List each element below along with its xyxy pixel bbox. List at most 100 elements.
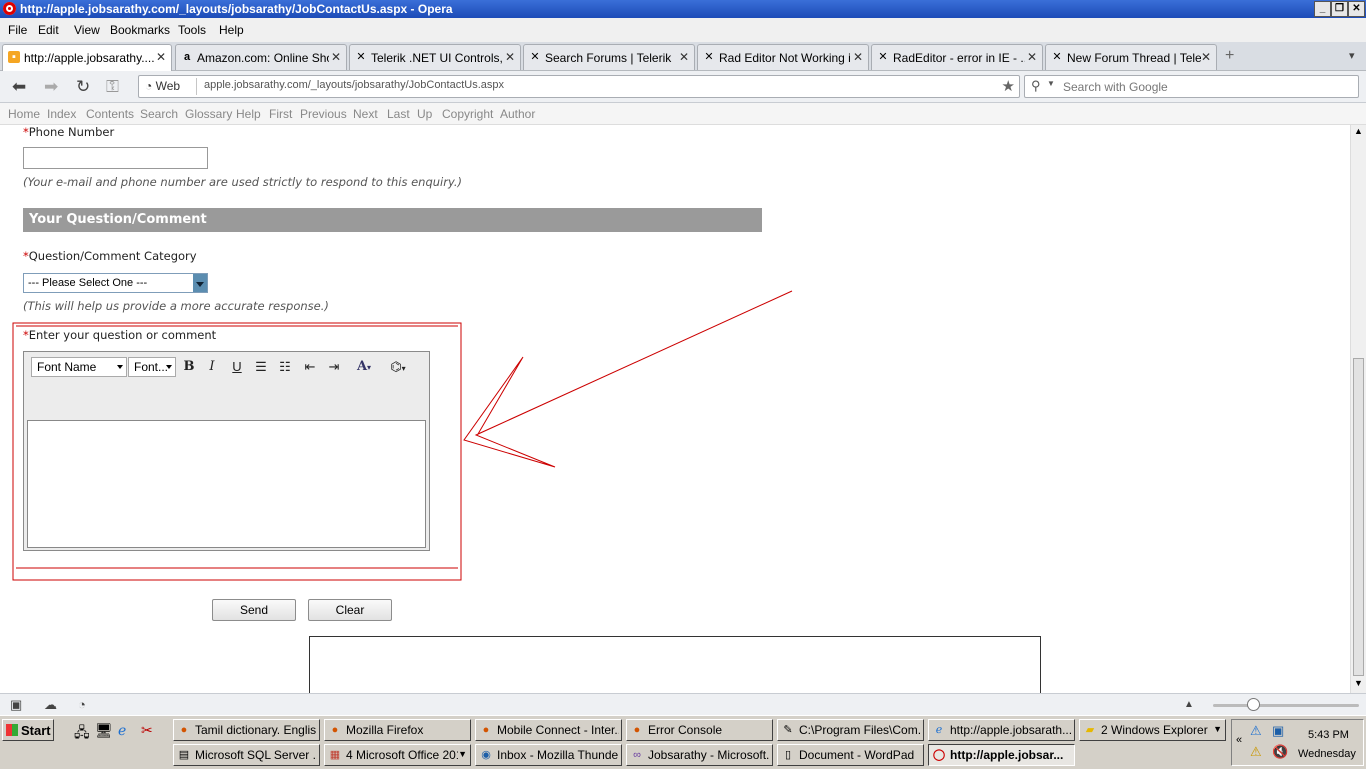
search-engine-dropdown-icon[interactable]: ▼: [1047, 79, 1055, 88]
taskbar-item-error-console[interactable]: ● Error Console: [626, 719, 773, 741]
tab-jobsarathy[interactable]: ▪ http://apple.jobsarathy.... ✕: [2, 44, 172, 71]
taskbar-item-mozilla-firefox[interactable]: ● Mozilla Firefox: [324, 719, 471, 741]
new-tab-icon[interactable]: +: [1225, 47, 1234, 65]
warning-icon[interactable]: ⚠: [1250, 744, 1262, 760]
unite-icon[interactable]: ☁: [44, 697, 57, 713]
thunderbird-icon: ◉: [481, 749, 491, 761]
menu-bookmarks[interactable]: Bookmarks: [110, 23, 170, 37]
menu-bar: File Edit View Bookmarks Tools Help: [0, 18, 1366, 43]
tab-close-icon[interactable]: ✕: [505, 50, 515, 64]
telerik-icon: ✕: [704, 51, 714, 63]
tab-close-icon[interactable]: ✕: [331, 50, 341, 64]
back-arrow-icon[interactable]: ⬅: [12, 77, 26, 97]
monitor-icon[interactable]: 🖥: [95, 722, 113, 739]
tab-rad-editor[interactable]: ✕ Rad Editor Not Working i... ✕: [697, 44, 869, 70]
clock-time[interactable]: 5:43 PM: [1308, 729, 1349, 741]
search-field[interactable]: ⚲ ▼ Search with Google: [1024, 75, 1359, 98]
taskbar-item-mobile-connect[interactable]: ● Mobile Connect - Inter...: [475, 719, 622, 741]
close-button[interactable]: ✕: [1348, 1, 1365, 17]
tab-telerik-controls[interactable]: ✕ Telerik .NET UI Controls,... ✕: [349, 44, 521, 70]
panel-toggle-icon[interactable]: ▣: [10, 697, 22, 713]
show-desktop-icon[interactable]: 🖧: [74, 722, 90, 746]
tab-radeditor-error[interactable]: ✕ RadEditor - error in IE - ... ✕: [871, 44, 1043, 70]
turbo-icon[interactable]: ◔: [78, 697, 86, 712]
tray-expand-icon[interactable]: «: [1236, 734, 1242, 746]
menu-edit[interactable]: Edit: [38, 23, 59, 37]
nav-glossary[interactable]: Glossary: [185, 107, 232, 121]
taskbar-item-sql-server[interactable]: ▤ Microsoft SQL Server ...: [173, 744, 320, 766]
sql-icon: ▤: [178, 749, 190, 761]
start-button[interactable]: Start: [2, 719, 54, 741]
nav-copyright[interactable]: Copyright: [442, 107, 493, 121]
address-url[interactable]: apple.jobsarathy.com/_layouts/jobsarathy…: [204, 79, 504, 91]
menu-view[interactable]: View: [74, 23, 100, 37]
title-bar: http://apple.jobsarathy.com/_layouts/job…: [0, 0, 1366, 18]
scroll-up-icon[interactable]: ▲: [1354, 126, 1363, 136]
scroll-down-icon[interactable]: ▼: [1354, 678, 1363, 688]
nav-author[interactable]: Author: [500, 107, 535, 121]
zoom-slider-thumb[interactable]: [1247, 698, 1260, 711]
tab-close-icon[interactable]: ✕: [1027, 50, 1037, 64]
taskbar-item-opera[interactable]: ◯ http://apple.jobsar...: [928, 744, 1075, 766]
system-tray: « ⚠ ▣ ⚠ 🔇 5:43 PM Wednesday: [1231, 719, 1364, 766]
scrollbar-thumb[interactable]: [1353, 358, 1364, 676]
vertical-scrollbar[interactable]: ▲ ▼: [1350, 125, 1366, 693]
tab-close-icon[interactable]: ✕: [679, 50, 689, 64]
address-field[interactable]: ◔ Web apple.jobsarathy.com/_layouts/jobs…: [138, 75, 1020, 98]
nav-last[interactable]: Last: [387, 107, 410, 121]
nav-previous[interactable]: Previous: [300, 107, 347, 121]
volume-muted-icon[interactable]: 🔇: [1272, 744, 1288, 760]
page-icon: ▪: [8, 51, 20, 63]
nav-home[interactable]: Home: [8, 107, 40, 121]
tab-close-icon[interactable]: ✕: [853, 50, 863, 64]
nav-contents[interactable]: Contents: [86, 107, 134, 121]
folder-icon: ▰: [1085, 724, 1095, 736]
taskbar-item-program-files[interactable]: ✎ C:\Program Files\Com...: [777, 719, 924, 741]
tab-amazon[interactable]: a Amazon.com: Online Sho... ✕: [175, 44, 347, 70]
tab-menu-chevron-icon[interactable]: ▾: [1349, 49, 1355, 62]
forward-arrow-icon[interactable]: ➡: [44, 77, 58, 97]
telerik-icon: ✕: [530, 51, 540, 63]
nav-up[interactable]: Up: [417, 107, 432, 121]
windows-taskbar: Start 🖧 🖥 ℯ ✂ ● Tamil dictionary. Englis…: [0, 715, 1366, 769]
menu-help[interactable]: Help: [219, 23, 244, 37]
minimize-button[interactable]: _: [1314, 1, 1331, 17]
annotation-box: [12, 322, 462, 581]
firefox-icon: ●: [482, 724, 490, 736]
taskbar-item-wordpad[interactable]: ▯ Document - WordPad: [777, 744, 924, 766]
nav-help[interactable]: Help: [236, 107, 261, 121]
nav-index[interactable]: Index: [47, 107, 76, 121]
tab-close-icon[interactable]: ✕: [156, 50, 166, 64]
firefox-icon: ●: [633, 724, 641, 736]
vs-icon: ∞: [633, 749, 641, 761]
menu-file[interactable]: File: [8, 23, 27, 37]
menu-tools[interactable]: Tools: [178, 23, 206, 37]
taskbar-item-ie-jobsarathy[interactable]: ℯ http://apple.jobsarath...: [928, 719, 1075, 741]
nav-next[interactable]: Next: [353, 107, 378, 121]
reload-icon[interactable]: ↻: [76, 77, 90, 97]
taskbar-item-thunderbird[interactable]: ◉ Inbox - Mozilla Thunde...: [475, 744, 622, 766]
scissors-icon[interactable]: ✂: [141, 722, 153, 739]
monitor-tray-icon[interactable]: ▣: [1272, 723, 1284, 739]
group-dropdown-icon: ▼: [458, 749, 467, 759]
taskbar-item-tamil-dictionary[interactable]: ● Tamil dictionary. Englis...: [173, 719, 320, 741]
bookmark-star-icon[interactable]: ★: [1002, 77, 1015, 95]
annotation-overlay: [12, 290, 793, 581]
web-badge[interactable]: ◔ Web: [145, 79, 180, 93]
taskbar-item-windows-explorer[interactable]: ▰ 2 Windows Explorer ▼: [1079, 719, 1226, 741]
taskbar-item-office[interactable]: ▦ 4 Microsoft Office 2010 ▼: [324, 744, 471, 766]
taskbar-item-visual-studio[interactable]: ∞ Jobsarathy - Microsoft...: [626, 744, 773, 766]
network-icon[interactable]: ⚠: [1250, 723, 1262, 739]
telerik-icon: ✕: [356, 51, 366, 63]
tab-new-forum-thread[interactable]: ✕ New Forum Thread | Telerik ✕: [1045, 44, 1217, 70]
zoom-slider-track[interactable]: [1213, 704, 1359, 707]
tab-search-forums[interactable]: ✕ Search Forums | Telerik ✕: [523, 44, 695, 70]
view-up-icon[interactable]: ▲: [1184, 699, 1194, 710]
restore-button[interactable]: ❐: [1331, 1, 1348, 17]
ie-icon[interactable]: ℯ: [118, 722, 126, 739]
key-icon[interactable]: ⚿: [106, 77, 119, 97]
nav-first[interactable]: First: [269, 107, 292, 121]
tab-close-icon[interactable]: ✕: [1201, 50, 1211, 64]
nav-search[interactable]: Search: [140, 107, 178, 121]
search-placeholder[interactable]: Search with Google: [1063, 80, 1168, 94]
